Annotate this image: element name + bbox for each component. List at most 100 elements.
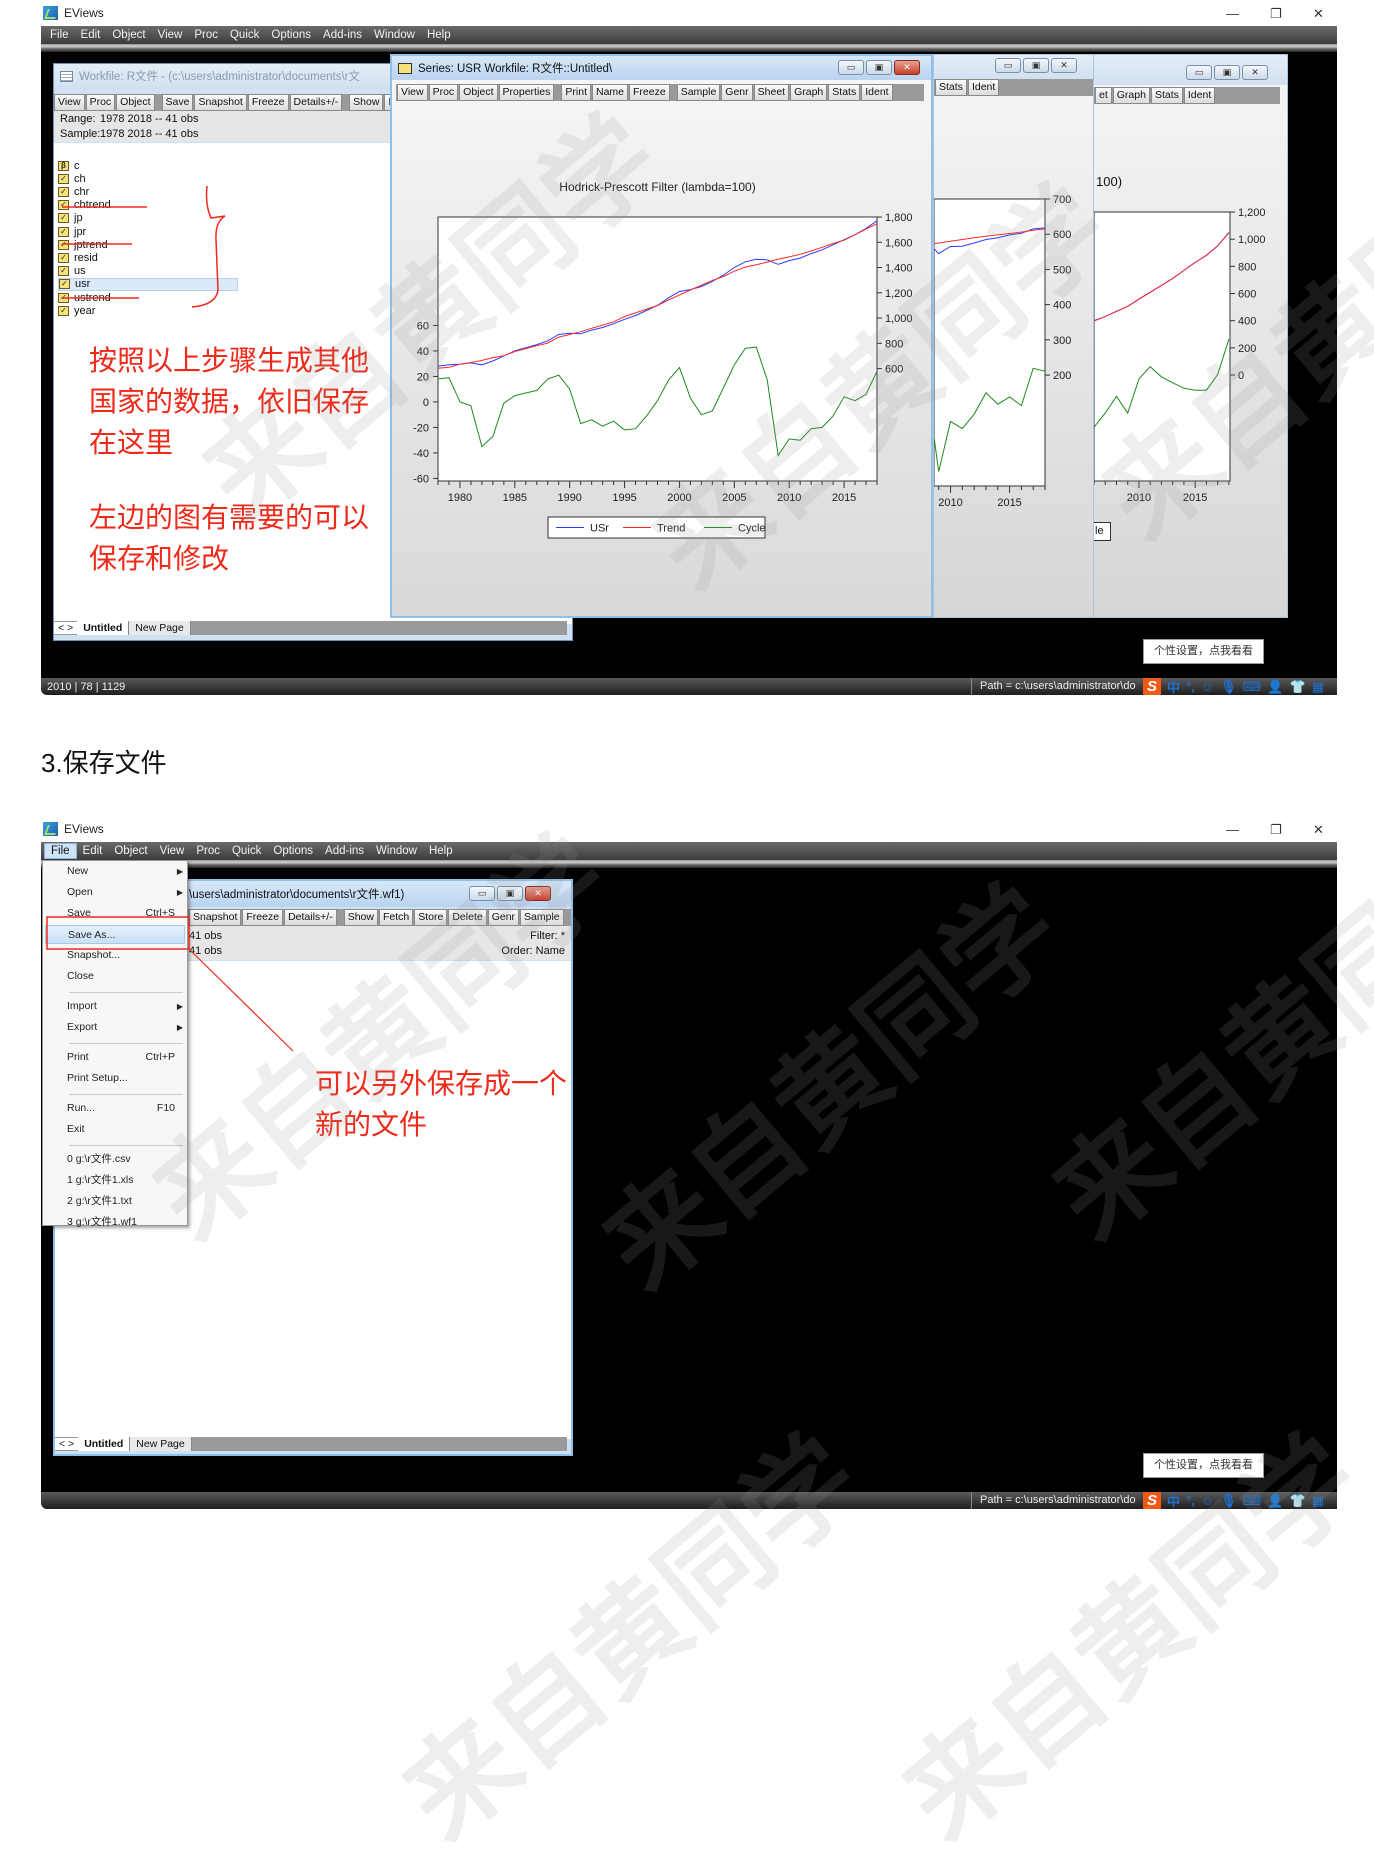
menu-item-run[interactable]: Run... F10 bbox=[45, 1099, 185, 1118]
list-item[interactable]: ✓ chr bbox=[58, 185, 238, 198]
list-item[interactable]: ✓ year bbox=[58, 304, 238, 317]
list-item[interactable]: ✓ ustrend bbox=[58, 291, 238, 304]
menu-item-exit[interactable]: Exit bbox=[45, 1120, 185, 1139]
tab-new-page[interactable]: New Page bbox=[130, 1437, 192, 1451]
sogou-logo-icon[interactable]: S bbox=[1143, 1492, 1161, 1509]
menu-item-export[interactable]: Export ▶ bbox=[45, 1018, 185, 1037]
menu-item-save-as[interactable]: Save As... bbox=[45, 925, 185, 944]
menu-item-open[interactable]: Open ▶ bbox=[45, 883, 185, 902]
menu-help[interactable]: Help bbox=[423, 844, 459, 858]
toolbar-button-show[interactable]: Show bbox=[349, 94, 384, 111]
close-icon[interactable]: ✕ bbox=[1313, 6, 1324, 22]
punctuation-icon[interactable]: °, bbox=[1186, 1493, 1195, 1508]
skin-shirt-icon[interactable]: 👕 bbox=[1290, 679, 1306, 695]
toolbar-button-snapshot[interactable]: Snapshot bbox=[194, 94, 247, 111]
emoji-icon[interactable]: ☺ bbox=[1201, 1493, 1214, 1508]
user-icon[interactable]: 👤 bbox=[1267, 679, 1283, 695]
minimize-button[interactable]: ▭ bbox=[469, 886, 495, 901]
menu-item-1-g-r-1-xls[interactable]: 1 g:\r文件1.xls bbox=[45, 1171, 185, 1190]
tab-untitled[interactable]: Untitled bbox=[78, 1437, 131, 1451]
toolbox-grid-icon[interactable]: ▦ bbox=[1312, 1493, 1324, 1509]
menu-item-save[interactable]: Save Ctrl+S bbox=[45, 904, 185, 923]
list-item[interactable]: ✓ usr bbox=[58, 277, 238, 291]
tab-nav-arrows[interactable]: < > bbox=[54, 622, 78, 634]
list-item[interactable]: ✓ jpr bbox=[58, 225, 238, 238]
sample-value[interactable]: 1978 2018 -- 41 obs bbox=[100, 128, 198, 140]
range-value[interactable]: 1978 2018 -- 41 obs bbox=[100, 113, 198, 125]
menu-item-0-g-r-csv[interactable]: 0 g:\r文件.csv bbox=[45, 1150, 185, 1169]
menu-object[interactable]: Object bbox=[106, 28, 151, 42]
sogou-logo-icon[interactable]: S bbox=[1143, 678, 1161, 695]
menu-quick[interactable]: Quick bbox=[226, 844, 267, 858]
toolbar-button-details[interactable]: Details+/- bbox=[289, 94, 343, 111]
menu-add-ins[interactable]: Add-ins bbox=[317, 28, 368, 42]
toolbar-button-sample[interactable]: Sample bbox=[520, 909, 564, 926]
menu-item-print-setup[interactable]: Print Setup... bbox=[45, 1069, 185, 1088]
menu-edit[interactable]: Edit bbox=[77, 844, 109, 858]
keyboard-icon[interactable]: ⌨ bbox=[1243, 679, 1262, 695]
microphone-icon[interactable]: 🎙 bbox=[1220, 1493, 1237, 1509]
list-item[interactable]: ✓ us bbox=[58, 265, 238, 278]
menu-proc[interactable]: Proc bbox=[188, 28, 224, 42]
toolbar-button-store[interactable]: Store bbox=[414, 909, 448, 926]
menu-item-import[interactable]: Import ▶ bbox=[45, 997, 185, 1016]
toolbar-button-show[interactable]: Show bbox=[343, 909, 378, 926]
menu-view[interactable]: View bbox=[152, 28, 189, 42]
tab-new-page[interactable]: New Page bbox=[129, 621, 191, 635]
toolbar-button-save[interactable]: Save bbox=[161, 94, 194, 111]
filter-value[interactable]: Filter: * bbox=[530, 930, 565, 942]
user-icon[interactable]: 👤 bbox=[1267, 1493, 1283, 1509]
toolbox-grid-icon[interactable]: ▦ bbox=[1312, 679, 1324, 695]
toolbar-button-freeze[interactable]: Freeze bbox=[242, 909, 284, 926]
menu-options[interactable]: Options bbox=[267, 844, 319, 858]
toolbar-button-delete[interactable]: Delete bbox=[448, 909, 487, 926]
close-icon[interactable]: ✕ bbox=[1313, 822, 1324, 838]
restore-icon[interactable]: ❐ bbox=[1270, 6, 1282, 22]
microphone-icon[interactable]: 🎙 bbox=[1220, 679, 1237, 695]
menu-view[interactable]: View bbox=[154, 844, 191, 858]
menu-file[interactable]: File bbox=[44, 28, 75, 42]
skin-shirt-icon[interactable]: 👕 bbox=[1290, 1493, 1306, 1509]
toolbar-button-fetch[interactable]: Fetch bbox=[378, 909, 414, 926]
chinese-mode-icon[interactable]: 中 bbox=[1167, 677, 1180, 696]
menu-quick[interactable]: Quick bbox=[224, 28, 265, 42]
list-item[interactable]: βc bbox=[58, 159, 238, 172]
list-item[interactable]: ✓ resid bbox=[58, 251, 238, 264]
menu-add-ins[interactable]: Add-ins bbox=[319, 844, 370, 858]
sample-value[interactable]: 41 obs bbox=[189, 945, 222, 957]
toolbar-button-view[interactable]: View bbox=[54, 94, 85, 111]
maximize-button[interactable]: ▣ bbox=[497, 886, 523, 901]
menu-object[interactable]: Object bbox=[108, 844, 153, 858]
range-value[interactable]: 41 obs bbox=[189, 930, 222, 942]
menu-proc[interactable]: Proc bbox=[190, 844, 226, 858]
toolbar-button-freeze[interactable]: Freeze bbox=[247, 94, 289, 111]
menu-help[interactable]: Help bbox=[421, 28, 457, 42]
menu-file[interactable]: File bbox=[44, 843, 77, 859]
punctuation-icon[interactable]: °, bbox=[1186, 679, 1195, 694]
list-item[interactable]: ✓ ch bbox=[58, 172, 238, 185]
chinese-mode-icon[interactable]: 中 bbox=[1167, 1491, 1180, 1510]
list-item[interactable]: ✓ chtrend bbox=[58, 199, 238, 212]
toolbar-button-genr[interactable]: Genr bbox=[487, 909, 520, 926]
tab-nav-arrows[interactable]: < > bbox=[55, 1438, 79, 1450]
menu-edit[interactable]: Edit bbox=[75, 28, 107, 42]
toolbar-button-snapshot[interactable]: Snapshot bbox=[189, 909, 242, 926]
menu-item-new[interactable]: New ▶ bbox=[45, 862, 185, 881]
menu-item-2-g-r-1-txt[interactable]: 2 g:\r文件1.txt bbox=[45, 1192, 185, 1211]
menu-item-print[interactable]: Print Ctrl+P bbox=[45, 1048, 185, 1067]
emoji-icon[interactable]: ☺ bbox=[1201, 679, 1214, 694]
menu-item-snapshot[interactable]: Snapshot... bbox=[45, 946, 185, 965]
menu-window[interactable]: Window bbox=[370, 844, 423, 858]
minimize-icon[interactable]: — bbox=[1226, 6, 1239, 21]
tab-untitled[interactable]: Untitled bbox=[77, 621, 130, 635]
list-item[interactable]: ✓ jp bbox=[58, 212, 238, 225]
toolbar-button-proc[interactable]: Proc bbox=[85, 94, 116, 111]
menu-window[interactable]: Window bbox=[368, 28, 421, 42]
menu-options[interactable]: Options bbox=[265, 28, 317, 42]
list-item[interactable]: ✓ jptrend bbox=[58, 238, 238, 251]
toolbar-button-details[interactable]: Details+/- bbox=[284, 909, 337, 926]
toolbar-button-object[interactable]: Object bbox=[116, 94, 155, 111]
restore-icon[interactable]: ❐ bbox=[1270, 822, 1282, 838]
close-button[interactable]: ✕ bbox=[525, 886, 551, 901]
order-value[interactable]: Order: Name bbox=[501, 945, 565, 957]
